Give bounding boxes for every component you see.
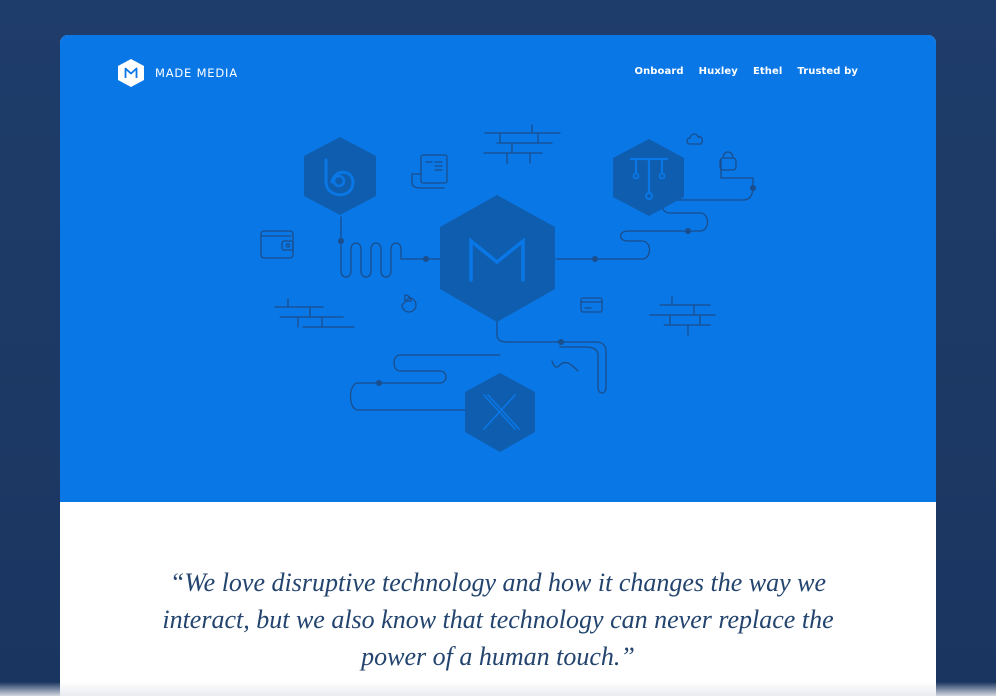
m-hexagon-icon <box>118 59 144 87</box>
brick-wall-icon <box>649 296 716 336</box>
brand-logo[interactable]: MADE MEDIA <box>118 59 238 87</box>
brand-name: MADE MEDIA <box>155 66 238 80</box>
m-brand-hexagon-icon <box>440 195 555 322</box>
brick-wall-icon <box>274 298 355 328</box>
nav-links: Onboard Huxley Ethel Trusted by <box>634 66 858 77</box>
cloud-icon <box>686 133 704 145</box>
quote-section: “We love disruptive technology and how i… <box>60 502 936 696</box>
nav-link-onboard[interactable]: Onboard <box>634 66 683 77</box>
credit-card-icon <box>580 297 603 313</box>
brick-wall-icon <box>483 124 561 164</box>
document-icon <box>411 154 448 189</box>
padlock-icon <box>719 151 737 171</box>
top-navigation: MADE MEDIA Onboard Huxley Ethel Trusted … <box>60 35 936 115</box>
nav-link-ethel[interactable]: Ethel <box>753 66 782 77</box>
b-brand-hexagon-icon <box>304 137 376 215</box>
hero-section: MADE MEDIA Onboard Huxley Ethel Trusted … <box>60 35 936 502</box>
page-card: MADE MEDIA Onboard Huxley Ethel Trusted … <box>60 35 936 696</box>
wallet-icon <box>260 230 294 259</box>
network-illustration <box>260 124 756 452</box>
t-brand-hexagon-icon <box>613 139 684 216</box>
nav-link-trusted-by[interactable]: Trusted by <box>797 66 858 77</box>
x-brand-hexagon-icon <box>465 373 535 452</box>
pie-chart-icon <box>401 294 417 313</box>
quote-text: “We love disruptive technology and how i… <box>162 568 834 671</box>
nav-link-huxley[interactable]: Huxley <box>699 66 738 77</box>
